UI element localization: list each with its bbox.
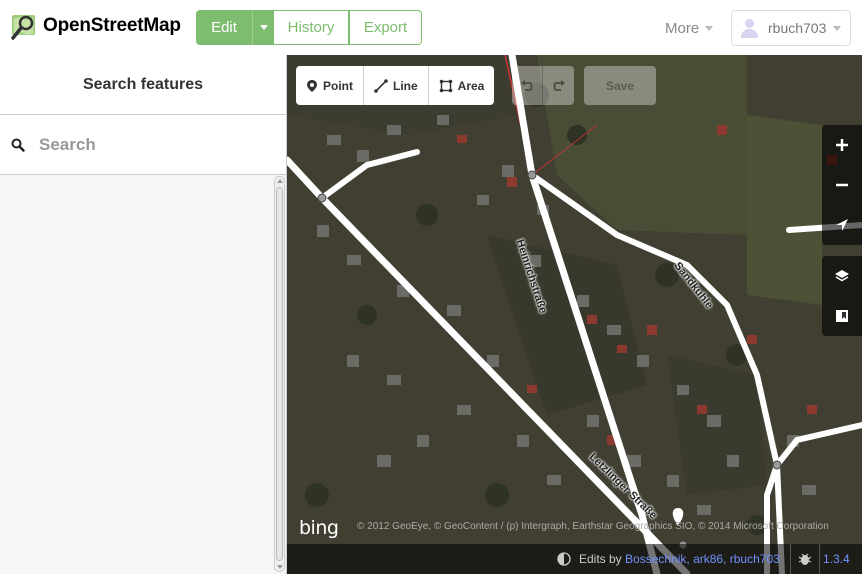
more-menu[interactable]: More [665, 20, 714, 37]
report-bug-button[interactable] [790, 544, 820, 574]
redo-icon [553, 79, 565, 91]
edits-by: Edits by Bossechnik, ark86, rbuch703 [557, 552, 780, 566]
map-footer: Edits by Bossechnik, ark86, rbuch703 1.3… [287, 544, 862, 574]
edit-button[interactable]: Edit [196, 10, 252, 45]
chevron-down-icon [833, 25, 842, 31]
site-logo[interactable]: OpenStreetMap [9, 11, 181, 41]
osm-logo-icon [11, 15, 35, 40]
history-button[interactable]: History [274, 10, 349, 45]
satellite-imagery [287, 55, 862, 574]
line-label: Line [393, 78, 418, 93]
add-area-button[interactable]: Area [428, 66, 495, 105]
redo-button[interactable] [543, 66, 574, 105]
export-button[interactable]: Export [349, 10, 422, 45]
area-label: Area [457, 78, 485, 93]
sidebar-title: Search features [0, 55, 286, 115]
undo-icon [521, 79, 533, 91]
minus-icon [836, 183, 848, 187]
editor-links[interactable]: Bossechnik, ark86, rbuch703 [625, 552, 780, 566]
undo-redo-group [512, 66, 574, 105]
feature-search [0, 115, 286, 175]
area-icon [439, 79, 452, 92]
layers-icon [835, 270, 849, 282]
bing-logo: bing [299, 517, 339, 539]
version-number[interactable]: 1.3.4 [823, 552, 850, 566]
edits-prefix: Edits by [579, 552, 622, 566]
add-line-button[interactable]: Line [364, 66, 429, 105]
chevron-down-icon [259, 25, 268, 30]
avatar [739, 18, 759, 38]
plus-icon [836, 139, 848, 151]
geolocate-button[interactable] [822, 205, 862, 245]
user-menu-button[interactable]: rbuch703 [731, 10, 851, 46]
undo-button[interactable] [512, 66, 543, 105]
map-data-button[interactable] [822, 296, 862, 336]
username: rbuch703 [768, 20, 827, 36]
scroll-up-icon[interactable] [277, 179, 283, 183]
top-navbar: OpenStreetMap Edit History Export More r… [0, 0, 862, 55]
map-data-icon [836, 310, 848, 322]
search-icon [11, 138, 25, 152]
add-point-button[interactable]: Point [296, 66, 364, 105]
zoom-out-button[interactable] [822, 165, 862, 205]
point-label: Point [323, 78, 353, 93]
more-label: More [665, 20, 700, 37]
chevron-down-icon [705, 26, 714, 31]
map-canvas[interactable]: Heinrichstraße Sandkuhle Letzlinger Stra… [287, 55, 862, 574]
search-input[interactable] [39, 134, 239, 155]
scroll-down-icon[interactable] [277, 565, 283, 569]
sidebar-scrollbar[interactable] [274, 176, 285, 572]
location-arrow-icon [836, 219, 848, 231]
bug-icon [798, 553, 812, 565]
scroll-thumb[interactable] [276, 187, 283, 561]
draw-toolbar: Point Line Area [296, 66, 495, 105]
primary-nav: Edit History Export [196, 10, 422, 45]
brand-name: OpenStreetMap [43, 15, 181, 36]
imagery-attribution: © 2012 GeoEye, © GeoContent / (p) Interg… [357, 521, 829, 532]
line-icon [374, 78, 388, 93]
background-layers-button[interactable] [822, 256, 862, 296]
zoom-in-button[interactable] [822, 125, 862, 165]
edit-dropdown-button[interactable] [252, 10, 274, 45]
sidebar: Search features [0, 55, 287, 574]
point-icon [307, 79, 317, 92]
history-icon [557, 552, 571, 566]
save-button[interactable]: Save [584, 66, 656, 105]
